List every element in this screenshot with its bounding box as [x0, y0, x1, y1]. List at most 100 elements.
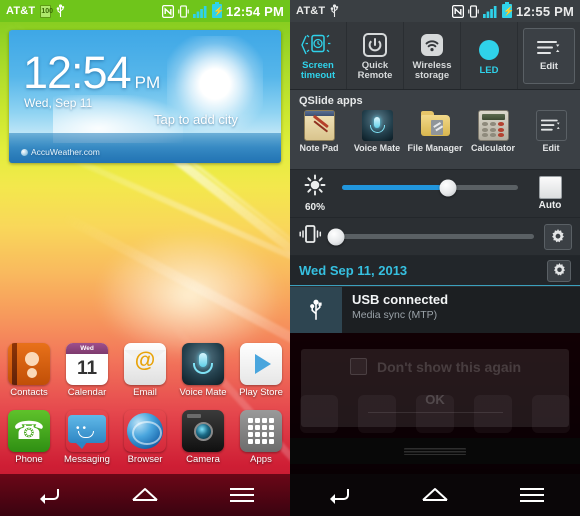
notification-text: USB connected Media sync (MTP) — [342, 287, 448, 333]
usb-icon — [56, 4, 65, 18]
right-status-bar[interactable]: AT&T 12:55 PM — [290, 0, 580, 22]
auto-brightness-label: Auto — [538, 200, 562, 211]
qslide-app-edit[interactable]: Edit — [522, 110, 580, 153]
signal-icon — [483, 5, 498, 18]
led-icon — [479, 39, 499, 60]
quick-settings-edit-cell: Edit — [518, 22, 580, 89]
brightness-slider-fill — [342, 185, 448, 190]
auto-brightness-checkbox[interactable] — [538, 176, 562, 199]
quick-settings-edit-button[interactable]: Edit — [523, 27, 575, 84]
calculator-screen — [481, 114, 505, 120]
notification-title: USB connected — [352, 292, 449, 307]
qslide-app-label: Calculator — [470, 143, 515, 153]
carrier-label: AT&T — [296, 5, 326, 17]
qslide-app-label: Edit — [542, 143, 560, 153]
app-email[interactable]: @ Email — [118, 343, 172, 398]
app-voice-mate[interactable]: Voice Mate — [176, 343, 230, 398]
menu-button[interactable] — [214, 474, 270, 516]
status-clock: 12:55 PM — [516, 3, 574, 19]
sound-settings-button[interactable] — [544, 223, 572, 250]
file-manager-icon — [420, 110, 451, 141]
qslide-app-file-manager[interactable]: File Manager — [406, 110, 464, 153]
toggle-label: Screen timeout — [300, 59, 336, 81]
toggle-wireless-storage[interactable]: Wireless storage — [404, 22, 461, 89]
app-label: Voice Mate — [179, 387, 227, 398]
qslide-app-voice-mate[interactable]: Voice Mate — [348, 110, 406, 153]
left-phone-home-screen: AT&T 100 ⚡ 12:54 PM 12:54 PM Wed, Sep 11… — [0, 0, 290, 516]
battery-saver-icon: 100 — [40, 4, 53, 18]
system-settings-button[interactable] — [547, 259, 571, 282]
add-city-hint[interactable]: Tap to add city — [154, 112, 238, 127]
app-calendar[interactable]: Wed 11 Calendar — [60, 343, 114, 398]
accuweather-logo-icon — [21, 148, 28, 156]
apps-grid-icon — [240, 410, 282, 452]
brightness-slider[interactable] — [342, 179, 518, 196]
dont-show-again-label: Don't show this again — [377, 358, 522, 375]
dual-phone-screenshot: AT&T 100 ⚡ 12:54 PM 12:54 PM Wed, Sep 11… — [0, 0, 580, 516]
dont-show-again-row[interactable]: Don't show this again — [301, 349, 569, 375]
browser-icon — [124, 410, 166, 452]
app-browser[interactable]: Browser — [118, 410, 172, 465]
left-navigation-bar — [0, 474, 290, 516]
dont-show-again-checkbox[interactable] — [350, 358, 367, 375]
toggle-label: LED — [479, 64, 499, 76]
nfc-icon — [161, 4, 175, 18]
app-camera[interactable]: Camera — [176, 410, 230, 465]
camera-icon — [182, 410, 224, 452]
app-contacts[interactable]: Contacts — [2, 343, 56, 398]
status-bar-left: AT&T 100 — [6, 4, 65, 18]
home-button[interactable] — [407, 474, 463, 516]
accuweather-label: AccuWeather.com — [31, 147, 100, 157]
left-status-bar[interactable]: AT&T 100 ⚡ 12:54 PM — [0, 0, 290, 22]
back-button[interactable] — [20, 474, 76, 516]
email-icon: @ — [124, 343, 166, 385]
voice-mate-icon — [182, 343, 224, 385]
volume-row — [290, 218, 580, 256]
toggle-quick-remote[interactable]: Quick Remote — [347, 22, 404, 89]
date-header-row: Wed Sep 11, 2013 — [290, 256, 580, 286]
volume-indicator — [298, 223, 322, 250]
app-apps-drawer[interactable]: Apps — [234, 410, 288, 465]
mic-arc — [369, 125, 385, 133]
toggle-screen-timeout[interactable]: Screen timeout — [290, 22, 347, 89]
ok-button[interactable]: OK — [367, 387, 503, 413]
volume-slider-knob[interactable] — [327, 228, 345, 245]
brightness-row: 60% Auto — [290, 170, 580, 218]
gear-icon — [552, 228, 564, 242]
qslide-app-calculator[interactable]: Calculator — [464, 110, 522, 153]
calculator-icon — [477, 110, 509, 141]
usb-notification[interactable]: USB connected Media sync (MTP) — [290, 287, 580, 333]
brightness-indicator: 60% — [298, 174, 332, 213]
app-phone[interactable]: Phone — [2, 410, 56, 465]
app-label: Calendar — [67, 387, 107, 398]
notification-subtitle: Media sync (MTP) — [352, 309, 438, 321]
qslide-app-list: Note Pad Voice Mate File Manager Calcula… — [290, 110, 580, 153]
toggle-led[interactable]: LED — [461, 22, 518, 89]
home-button[interactable] — [117, 474, 173, 516]
auto-brightness-toggle[interactable]: Auto — [528, 176, 572, 211]
grid-dots — [248, 418, 274, 444]
app-label: Phone — [15, 454, 43, 465]
app-messaging[interactable]: •• Messaging — [60, 410, 114, 465]
back-button[interactable] — [310, 474, 366, 516]
qslide-header: QSlide apps — [299, 95, 363, 107]
weather-clock-widget[interactable]: 12:54 PM Wed, Sep 11 Tap to add city Accu… — [9, 30, 281, 163]
camera-top-bar — [187, 414, 201, 418]
volume-slider[interactable] — [327, 228, 534, 245]
calendar-icon: Wed 11 — [66, 343, 108, 385]
camera-lens — [194, 422, 213, 441]
menu-button[interactable] — [504, 474, 560, 516]
qslide-app-note-pad[interactable]: Note Pad — [290, 110, 348, 153]
home-dock: Phone •• Messaging Browser Camera — [0, 410, 290, 465]
vibrate-icon — [468, 4, 479, 18]
app-play-store[interactable]: Play Store — [234, 343, 288, 398]
usb-icon — [330, 4, 339, 18]
play-store-icon — [240, 343, 282, 385]
phone-icon — [8, 410, 50, 452]
folder-doc — [430, 120, 443, 135]
shade-date: Wed Sep 11, 2013 — [299, 263, 408, 278]
brightness-value: 60% — [304, 202, 325, 213]
brightness-slider-knob[interactable] — [439, 179, 457, 196]
calculator-keys — [481, 122, 505, 137]
qslide-app-label: Note Pad — [299, 143, 339, 153]
